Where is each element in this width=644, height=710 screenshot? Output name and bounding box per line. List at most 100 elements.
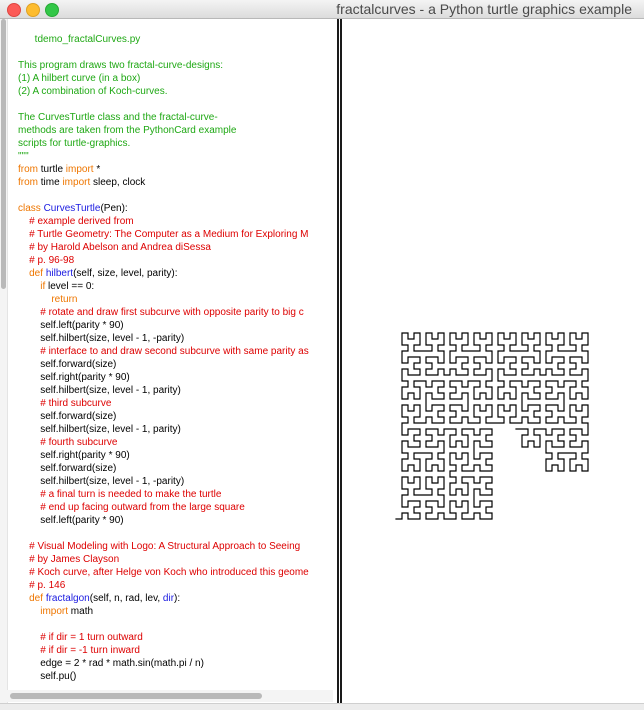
minimize-button[interactable] <box>26 3 40 17</box>
code-token: import <box>40 606 69 617</box>
hilbert-curve-drawing <box>395 332 589 520</box>
zoom-button[interactable] <box>45 3 59 17</box>
title-bar: fractalcurves - a Python turtle graphics… <box>0 0 644 19</box>
code-token: self.hilbert(size, level - 1, parity) <box>18 424 181 435</box>
code-line: # rotate and draw first subcurve with op… <box>18 306 309 319</box>
code-token: This program draws two fractal-curve-des… <box>18 60 224 71</box>
code-token: sleep, clock <box>90 177 146 188</box>
code-line: # if dir = 1 turn outward <box>18 631 309 644</box>
code-token: self.hilbert(size, level - 1, -parity) <box>18 476 185 487</box>
code-token: from <box>18 164 38 175</box>
code-line: (1) A hilbert curve (in a box) <box>18 72 309 85</box>
code-horizontal-scroll-thumb[interactable] <box>10 693 262 699</box>
code-line: # p. 96-98 <box>18 254 309 267</box>
code-line: (2) A combination of Koch-curves. <box>18 85 309 98</box>
code-line: self.forward(size) <box>18 358 309 371</box>
code-line: from time import sleep, clock <box>18 176 309 189</box>
code-token: self.right(parity * 90) <box>18 372 130 383</box>
code-line: self.hilbert(size, level - 1, parity) <box>18 423 309 436</box>
code-token: (Pen): <box>100 203 128 214</box>
code-token: def <box>29 268 44 279</box>
code-line: # interface to and draw second subcurve … <box>18 345 309 358</box>
window-title: fractalcurves - a Python turtle graphics… <box>336 1 632 17</box>
code-token: self.pu() <box>18 671 77 682</box>
code-token: scripts for turtle-graphics. <box>18 138 131 149</box>
code-line: # example derived from <box>18 215 309 228</box>
code-vertical-scroll-thumb[interactable] <box>1 19 6 289</box>
code-token: # p. 96-98 <box>18 255 75 266</box>
code-line: edge = 2 * rad * math.sin(math.pi / n) <box>18 657 309 670</box>
code-token: (1) A hilbert curve (in a box) <box>18 73 141 84</box>
code-line: class CurvesTurtle(Pen): <box>18 202 309 215</box>
code-token: * <box>93 164 101 175</box>
code-token: from <box>18 177 38 188</box>
code-token: self.forward(size) <box>18 359 117 370</box>
code-line: # Koch curve, after Helge von Koch who i… <box>18 566 309 579</box>
code-line: from turtle import * <box>18 163 309 176</box>
code-token: self.forward(size) <box>18 411 117 422</box>
code-line: # Visual Modeling with Logo: A Structura… <box>18 540 309 553</box>
code-token: dir <box>162 593 175 604</box>
code-line: # p. 146 <box>18 579 309 592</box>
close-button[interactable] <box>7 3 21 17</box>
code-line: methods are taken from the PythonCard ex… <box>18 124 309 137</box>
code-vertical-scrollbar[interactable] <box>0 19 8 703</box>
code-token: # if dir = -1 turn inward <box>18 645 140 656</box>
code-line: def fractalgon(self, n, rad, lev, dir): <box>18 592 309 605</box>
code-line: # a final turn is needed to make the tur… <box>18 488 309 501</box>
code-line: # Turtle Geometry: The Computer as a Med… <box>18 228 309 241</box>
pane-divider-sash[interactable] <box>337 19 342 703</box>
code-token: self.hilbert(size, level - 1, -parity) <box>18 333 185 344</box>
code-token: self.hilbert(size, level - 1, parity) <box>18 385 181 396</box>
code-token: self.left(parity * 90) <box>18 515 124 526</box>
code-token: def <box>29 593 44 604</box>
code-line: # third subcurve <box>18 397 309 410</box>
code-token: hilbert <box>45 268 74 279</box>
code-token: self.forward(size) <box>18 463 117 474</box>
code-line: This program draws two fractal-curve-des… <box>18 59 309 72</box>
turtle-canvas <box>346 19 644 703</box>
code-token: methods are taken from the PythonCard ex… <box>18 125 237 136</box>
code-token: # Visual Modeling with Logo: A Structura… <box>18 541 301 552</box>
code-token: edge = 2 * rad * math.sin(math.pi / n) <box>18 658 204 669</box>
code-token: import <box>62 177 91 188</box>
code-line: self.hilbert(size, level - 1, parity) <box>18 384 309 397</box>
code-line: self.right(parity * 90) <box>18 371 309 384</box>
code-line: def hilbert(self, size, level, parity): <box>18 267 309 280</box>
code-token: self.left(parity * 90) <box>18 320 124 331</box>
source-code-text[interactable]: tdemo_fractalCurves.py This program draws… <box>18 33 309 683</box>
code-token: class <box>18 203 41 214</box>
code-line: tdemo_fractalCurves.py <box>18 33 309 46</box>
code-line: # by Harold Abelson and Andrea diSessa <box>18 241 309 254</box>
code-line: # if dir = -1 turn inward <box>18 644 309 657</box>
code-line: scripts for turtle-graphics. <box>18 137 309 150</box>
code-line: self.hilbert(size, level - 1, -parity) <box>18 332 309 345</box>
code-line: self.right(parity * 90) <box>18 449 309 462</box>
code-line: # end up facing outward from the large s… <box>18 501 309 514</box>
code-token: tdemo_fractalCurves.py <box>18 34 141 45</box>
code-line: # by James Clayson <box>18 553 309 566</box>
hilbert-curve-path <box>395 332 589 520</box>
code-token: # p. 146 <box>18 580 66 591</box>
code-token: # a final turn is needed to make the tur… <box>18 489 222 500</box>
source-code-pane[interactable]: tdemo_fractalCurves.py This program draws… <box>0 19 333 703</box>
code-token: # third subcurve <box>18 398 112 409</box>
code-line: # fourth subcurve <box>18 436 309 449</box>
code-token: # Turtle Geometry: The Computer as a Med… <box>18 229 309 240</box>
code-token: # interface to and draw second subcurve … <box>18 346 309 357</box>
code-line: self.forward(size) <box>18 462 309 475</box>
code-token: # example derived from <box>18 216 134 227</box>
code-horizontal-scrollbar[interactable] <box>0 690 333 702</box>
code-line: The CurvesTurtle class and the fractal-c… <box>18 111 309 124</box>
code-line: self.forward(size) <box>18 410 309 423</box>
code-token: time <box>38 177 63 188</box>
code-token: # by James Clayson <box>18 554 120 565</box>
code-line: return <box>18 293 309 306</box>
code-token: # by Harold Abelson and Andrea diSessa <box>18 242 211 253</box>
